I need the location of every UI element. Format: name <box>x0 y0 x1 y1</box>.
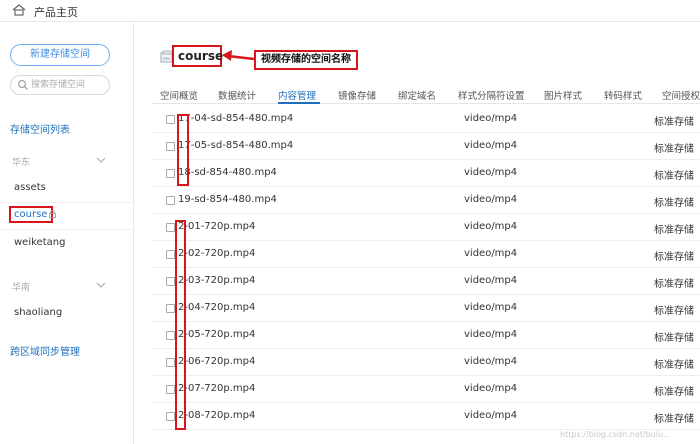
lock-icon <box>49 210 57 218</box>
file-name[interactable]: 2-08-720p.mp4 <box>178 410 255 421</box>
file-type: video/mp4 <box>464 302 518 313</box>
storage-class: 标准存储 <box>654 198 694 209</box>
storage-class: 标准存储 <box>654 171 694 182</box>
top-bar: 产品主页 <box>0 0 700 22</box>
storage-class: 标准存储 <box>654 279 694 290</box>
file-name[interactable]: 19-sd-854-480.mp4 <box>178 194 277 205</box>
tab-transcode-style[interactable]: 转码样式 <box>604 88 642 102</box>
tab-authorization[interactable]: 空间授权 <box>662 88 700 102</box>
row-checkbox[interactable] <box>166 277 175 286</box>
annotation-callout: 视频存储的空间名称 <box>254 50 358 70</box>
sidebar-item-course[interactable]: course <box>14 209 57 220</box>
table-row[interactable]: 17-05-sd-854-480.mp4 video/mp4 标准存储 <box>152 133 700 160</box>
table-row[interactable]: 17-04-sd-854-480.mp4 video/mp4 标准存储 <box>152 106 700 133</box>
table-row[interactable]: 2-02-720p.mp4 video/mp4 标准存储 <box>152 241 700 268</box>
storage-class: 标准存储 <box>654 306 694 317</box>
storage-class: 标准存储 <box>654 225 694 236</box>
tab-content-management[interactable]: 内容管理 <box>278 88 316 102</box>
table-row[interactable]: 18-sd-854-480.mp4 video/mp4 标准存储 <box>152 160 700 187</box>
file-type: video/mp4 <box>464 275 518 286</box>
table-row[interactable]: 19-sd-854-480.mp4 video/mp4 标准存储 <box>152 187 700 214</box>
row-checkbox[interactable] <box>166 115 175 124</box>
file-type: video/mp4 <box>464 194 518 205</box>
file-name[interactable]: 2-07-720p.mp4 <box>178 383 255 394</box>
cross-region-sync-link[interactable]: 跨区域同步管理 <box>10 343 80 358</box>
file-name[interactable]: 2-04-720p.mp4 <box>178 302 255 313</box>
row-checkbox[interactable] <box>166 412 175 421</box>
active-tab-indicator <box>278 102 320 104</box>
sidebar-item-weiketang[interactable]: weiketang <box>14 237 65 248</box>
bucket-list-heading: 存储空间列表 <box>10 125 70 136</box>
page-title[interactable]: 产品主页 <box>34 4 78 20</box>
row-checkbox[interactable] <box>166 304 175 313</box>
highlight-box <box>175 220 186 430</box>
file-type: video/mp4 <box>464 329 518 340</box>
file-name[interactable]: 17-05-sd-854-480.mp4 <box>178 140 293 151</box>
file-name[interactable]: 2-05-720p.mp4 <box>178 329 255 340</box>
watermark: https://blog.csdn.net/bulu... <box>560 430 671 439</box>
storage-class: 标准存储 <box>654 144 694 155</box>
storage-class: 标准存储 <box>654 414 694 425</box>
file-type: video/mp4 <box>464 113 518 124</box>
tab-bar: 空间概览 数据统计 内容管理 镜像存储 绑定域名 样式分隔符设置 图片样式 转码… <box>152 82 700 104</box>
row-checkbox[interactable] <box>166 358 175 367</box>
tab-bind-domain[interactable]: 绑定域名 <box>398 88 436 102</box>
tab-style-separator[interactable]: 样式分隔符设置 <box>458 88 525 102</box>
row-checkbox[interactable] <box>166 250 175 259</box>
file-type: video/mp4 <box>464 167 518 178</box>
chevron-down-icon[interactable] <box>96 282 106 288</box>
sidebar: 新建存储空间 存储空间列表 华东 assets course weiketang… <box>0 23 134 444</box>
storage-class: 标准存储 <box>654 387 694 398</box>
tab-mirror-storage[interactable]: 镜像存储 <box>338 88 376 102</box>
file-type: video/mp4 <box>464 356 518 367</box>
table-row[interactable]: 2-08-720p.mp4 video/mp4 标准存储 <box>152 403 700 430</box>
bucket-name: course <box>178 49 224 63</box>
file-type: video/mp4 <box>464 410 518 421</box>
new-space-button[interactable]: 新建存储空间 <box>10 44 110 66</box>
file-type: video/mp4 <box>464 383 518 394</box>
table-row[interactable]: 2-06-720p.mp4 video/mp4 标准存储 <box>152 349 700 376</box>
sidebar-item-label: course <box>14 209 48 220</box>
row-checkbox[interactable] <box>166 196 175 205</box>
storage-class: 标准存储 <box>654 252 694 263</box>
row-checkbox[interactable] <box>166 385 175 394</box>
file-type: video/mp4 <box>464 221 518 232</box>
search-box[interactable] <box>10 75 110 95</box>
chevron-down-icon[interactable] <box>96 157 106 163</box>
table-row[interactable]: 2-04-720p.mp4 video/mp4 标准存储 <box>152 295 700 322</box>
search-input[interactable] <box>31 78 107 92</box>
search-icon <box>18 80 28 90</box>
tab-statistics[interactable]: 数据统计 <box>218 88 256 102</box>
divider <box>0 202 134 203</box>
file-name[interactable]: 2-06-720p.mp4 <box>178 356 255 367</box>
file-type: video/mp4 <box>464 140 518 151</box>
sidebar-item-shaoliang[interactable]: shaoliang <box>14 307 62 318</box>
table-row[interactable]: 2-07-720p.mp4 video/mp4 标准存储 <box>152 376 700 403</box>
divider <box>0 229 134 230</box>
row-checkbox[interactable] <box>166 331 175 340</box>
table-row[interactable]: 2-03-720p.mp4 video/mp4 标准存储 <box>152 268 700 295</box>
storage-class: 标准存储 <box>654 360 694 371</box>
region-label-east[interactable]: 华东 <box>12 155 30 168</box>
row-checkbox[interactable] <box>166 169 175 178</box>
row-checkbox[interactable] <box>166 223 175 232</box>
file-name[interactable]: 2-02-720p.mp4 <box>178 248 255 259</box>
storage-class: 标准存储 <box>654 117 694 128</box>
region-label-south[interactable]: 华南 <box>12 280 30 293</box>
file-name[interactable]: 18-sd-854-480.mp4 <box>178 167 277 178</box>
home-icon[interactable] <box>12 4 26 16</box>
file-name[interactable]: 2-03-720p.mp4 <box>178 275 255 286</box>
sidebar-item-assets[interactable]: assets <box>14 182 46 193</box>
tab-overview[interactable]: 空间概览 <box>160 88 198 102</box>
file-name[interactable]: 2-01-720p.mp4 <box>178 221 255 232</box>
table-row[interactable]: 2-05-720p.mp4 video/mp4 标准存储 <box>152 322 700 349</box>
tab-image-style[interactable]: 图片样式 <box>544 88 582 102</box>
storage-class: 标准存储 <box>654 333 694 344</box>
file-name[interactable]: 17-04-sd-854-480.mp4 <box>178 113 293 124</box>
table-row[interactable]: 2-01-720p.mp4 video/mp4 标准存储 <box>152 214 700 241</box>
row-checkbox[interactable] <box>166 142 175 151</box>
file-type: video/mp4 <box>464 248 518 259</box>
highlight-box <box>177 114 189 186</box>
